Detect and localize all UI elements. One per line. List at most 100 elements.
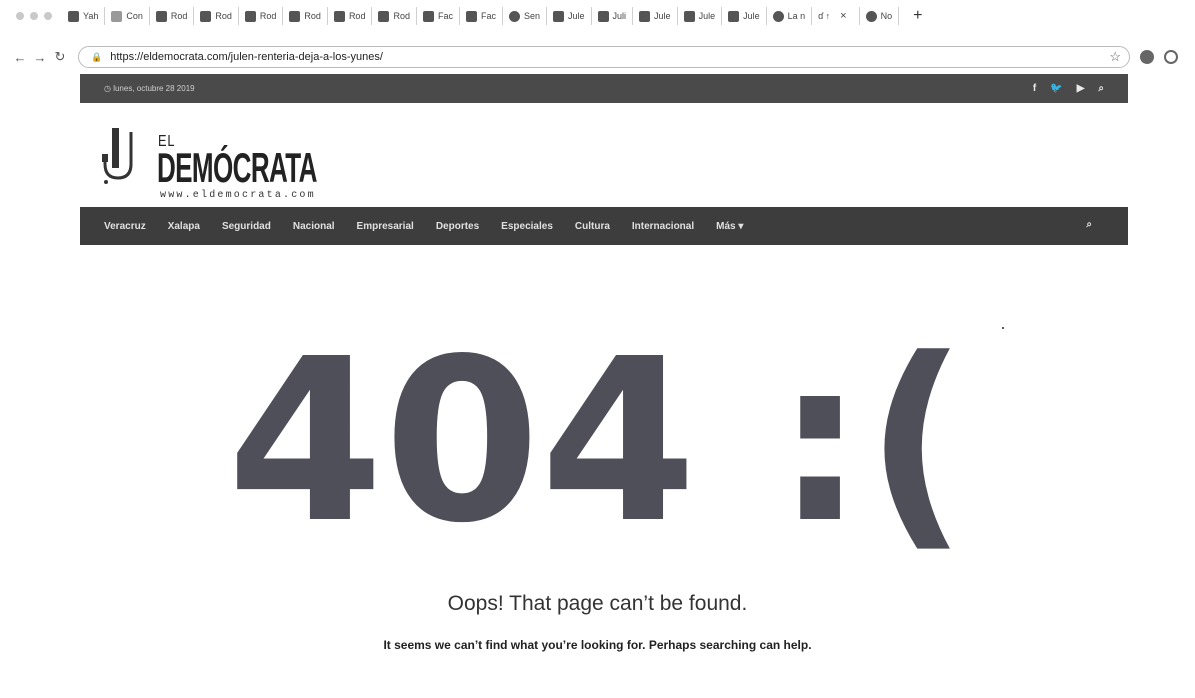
url-text: https://eldemocrata.com/julen-renteria-d… (110, 51, 383, 63)
tab-strip: Yah Con Rod Rod Rod Rod Rod Rod Fac Fac Sen Jule Jul… (62, 7, 813, 25)
nav-item-empresarial[interactable]: Empresarial (357, 221, 414, 232)
facebook-icon (597, 10, 609, 22)
tab-label: Rod (259, 11, 277, 21)
tab-3[interactable]: Rod (194, 7, 239, 25)
close-tab-icon[interactable]: × (834, 10, 852, 22)
tab-7[interactable]: Rod (372, 7, 417, 25)
site-top-bar: lunes, octubre 28 2019 f 🐦 ▶ ⌕ (80, 74, 1128, 103)
generic-icon (111, 10, 123, 22)
tab-13[interactable]: Jule (633, 7, 678, 25)
tab-label: Jule (654, 11, 671, 21)
facebook-icon (289, 10, 301, 22)
maximize-window-button[interactable] (44, 12, 52, 20)
tab-label: Jule (568, 11, 585, 21)
error-subtitle: It seems we can’t find what you’re looki… (383, 638, 812, 652)
tab-4[interactable]: Rod (239, 7, 284, 25)
tab-label: La n (787, 11, 806, 21)
nav-item-mas[interactable]: Más ▾ (716, 221, 743, 232)
facebook-icon (200, 10, 212, 22)
window-controls (16, 12, 52, 20)
tab-label: Jule (698, 11, 716, 21)
nav-item-xalapa[interactable]: Xalapa (168, 221, 200, 232)
website: lunes, octubre 28 2019 f 🐦 ▶ ⌕ EL DEMÓCR… (80, 74, 1128, 245)
tab-label: Juli (612, 11, 627, 21)
lock-icon: 🔒 (91, 51, 103, 62)
tab-11[interactable]: Jule (547, 7, 592, 25)
error-code: 404 :( (227, 311, 968, 573)
nav-search-icon[interactable]: ⌕ (1086, 219, 1092, 230)
tab-label: Fac (437, 11, 453, 21)
tab-2[interactable]: Rod (150, 7, 195, 25)
tab-label: Rod (348, 11, 366, 21)
tab-label: Rod (304, 11, 321, 21)
facebook-icon (333, 10, 345, 22)
tab-label: Sen (524, 11, 541, 21)
close-window-button[interactable] (16, 12, 24, 20)
top-search-icon[interactable]: ⌕ (1098, 83, 1104, 94)
facebook-icon (244, 10, 256, 22)
nav-item-internacional[interactable]: Internacional (632, 221, 694, 232)
tab-10[interactable]: Sen (503, 7, 548, 25)
globe-icon (865, 10, 877, 22)
minimize-window-button[interactable] (30, 12, 38, 20)
tab-label: Rod (170, 11, 188, 21)
nav-item-cultura[interactable]: Cultura (575, 221, 610, 232)
nav-item-veracruz[interactable]: Veracruz (104, 221, 146, 232)
tab-label: Rod (215, 11, 232, 21)
tab-14[interactable]: Jule (678, 7, 723, 25)
social-links: f 🐦 ▶ ⌕ (1033, 83, 1104, 94)
logo-name[interactable]: DEMÓCRATA (157, 147, 317, 189)
url-field[interactable]: 🔒 https://eldemocrata.com/julen-renteria… (78, 46, 1130, 68)
globe-icon (509, 10, 520, 22)
facebook-icon (422, 10, 434, 22)
extension-avatar-icon[interactable] (1140, 50, 1154, 64)
reload-button[interactable]: ↻ (50, 49, 70, 65)
facebook-icon (553, 10, 565, 22)
back-button[interactable]: ← (10, 50, 30, 65)
facebook-icon (728, 10, 740, 22)
tab-label: Con (126, 11, 143, 21)
facebook-icon (155, 10, 167, 22)
tab-label: Jule (743, 11, 760, 21)
forward-button[interactable]: → (30, 50, 50, 65)
extension-ring-icon[interactable] (1164, 50, 1178, 64)
nav-item-deportes[interactable]: Deportes (436, 221, 479, 232)
tab-8[interactable]: Fac (417, 7, 460, 25)
error-title: Oops! That page can’t be found. (447, 592, 748, 615)
logo-mark-icon[interactable] (102, 128, 134, 184)
tab-active-glyphs: ɗ ↑ (818, 11, 831, 21)
tab-last[interactable]: No (860, 7, 900, 25)
new-tab-button[interactable]: + (913, 7, 922, 25)
tab-label: Rod (393, 11, 410, 21)
tab-16[interactable]: La n (767, 7, 813, 25)
nav-item-especiales[interactable]: Especiales (501, 221, 553, 232)
tab-6[interactable]: Rod (328, 7, 373, 25)
mail-icon (68, 10, 79, 22)
facebook-icon (465, 10, 477, 22)
facebook-icon (639, 10, 651, 22)
tab-label: Yah (83, 11, 99, 21)
site-date: lunes, octubre 28 2019 (104, 84, 194, 93)
bookmark-star-icon[interactable]: ☆ (1109, 49, 1121, 65)
nav-item-seguridad[interactable]: Seguridad (222, 221, 271, 232)
facebook-icon[interactable]: f (1033, 83, 1036, 94)
tab-active[interactable]: ɗ ↑ × (812, 7, 860, 25)
dot-icon (772, 10, 784, 22)
youtube-icon[interactable]: ▶ (1077, 83, 1085, 94)
tab-12[interactable]: Juli (592, 7, 634, 25)
tab-1[interactable]: Con (105, 7, 150, 25)
tab-5[interactable]: Rod (283, 7, 328, 25)
address-bar-row: ← → ↻ 🔒 https://eldemocrata.com/julen-re… (0, 44, 1195, 70)
tab-15[interactable]: Jule (722, 7, 767, 25)
nav-item-nacional[interactable]: Nacional (293, 221, 335, 232)
main-nav: Veracruz Xalapa Seguridad Nacional Empre… (80, 207, 1128, 245)
tab-label: No (880, 11, 893, 21)
site-header: EL DEMÓCRATA www.eldemocrata.com (80, 103, 1128, 207)
tab-9[interactable]: Fac (460, 7, 503, 25)
twitter-icon[interactable]: 🐦 (1050, 83, 1062, 94)
facebook-icon (683, 10, 695, 22)
logo-url: www.eldemocrata.com (160, 190, 316, 201)
tab-label: Fac (480, 11, 496, 21)
facebook-icon (378, 10, 390, 22)
tab-0[interactable]: Yah (62, 7, 106, 25)
